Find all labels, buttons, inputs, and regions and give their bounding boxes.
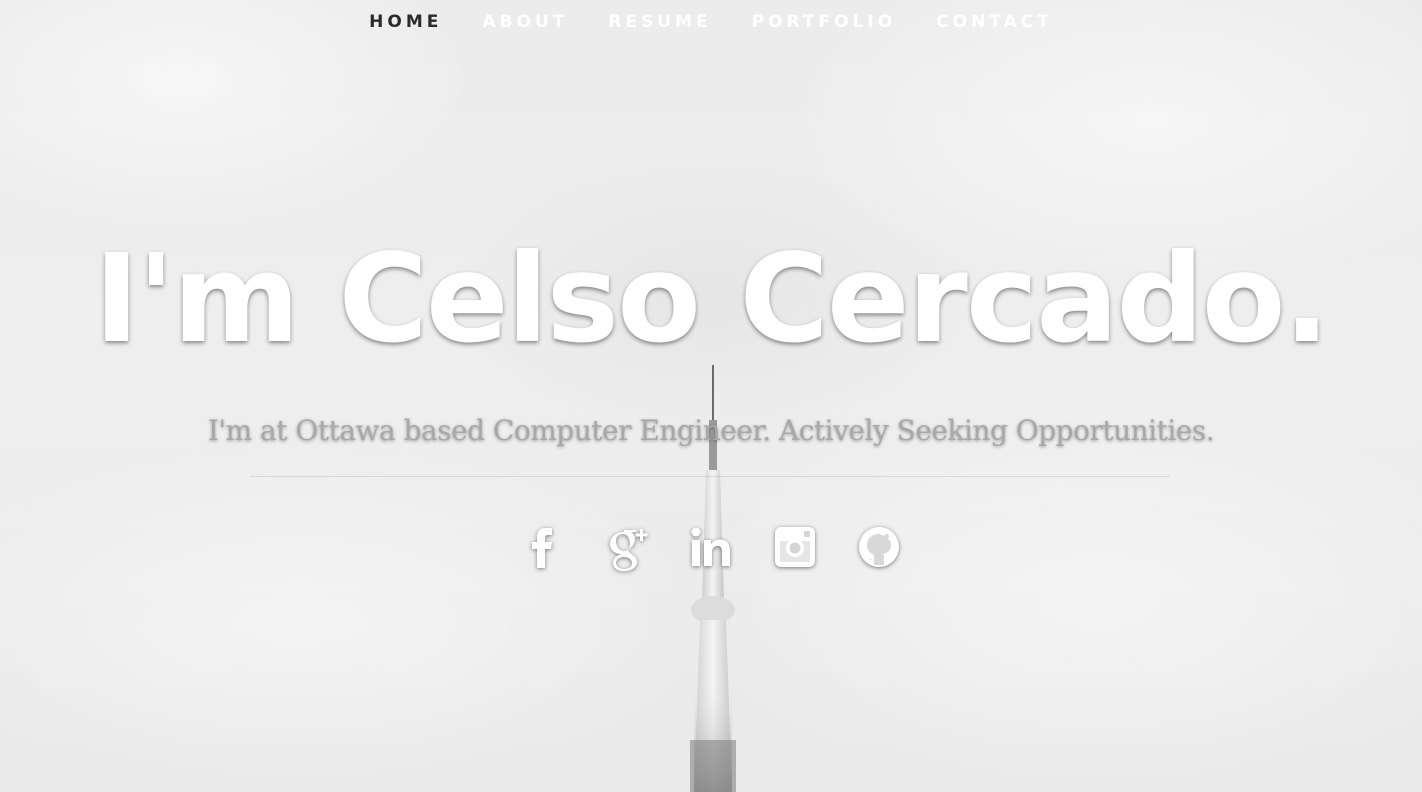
hero-subtitle: I'm at Ottawa based Computer Engineer. A… xyxy=(207,414,1215,447)
main-nav: HOME ABOUT RESUME PORTFOLIO CONTACT xyxy=(0,0,1422,44)
nav-home[interactable]: HOME xyxy=(369,12,442,32)
facebook-icon[interactable] xyxy=(520,520,566,572)
nav-contact[interactable]: CONTACT xyxy=(936,12,1053,32)
nav-about[interactable]: ABOUT xyxy=(482,12,568,32)
social-links xyxy=(0,520,1422,572)
nav-portfolio[interactable]: PORTFOLIO xyxy=(752,12,897,32)
hero-divider xyxy=(250,476,1170,477)
tower-image xyxy=(690,365,736,792)
nav-list: HOME ABOUT RESUME PORTFOLIO CONTACT xyxy=(349,12,1073,32)
nav-resume[interactable]: RESUME xyxy=(608,12,711,32)
github-icon[interactable] xyxy=(856,520,902,572)
instagram-icon[interactable] xyxy=(772,520,818,572)
linkedin-icon[interactable] xyxy=(688,520,734,572)
google-plus-icon[interactable] xyxy=(604,520,650,572)
hero-title: I'm Celso Cercado. xyxy=(94,228,1330,370)
